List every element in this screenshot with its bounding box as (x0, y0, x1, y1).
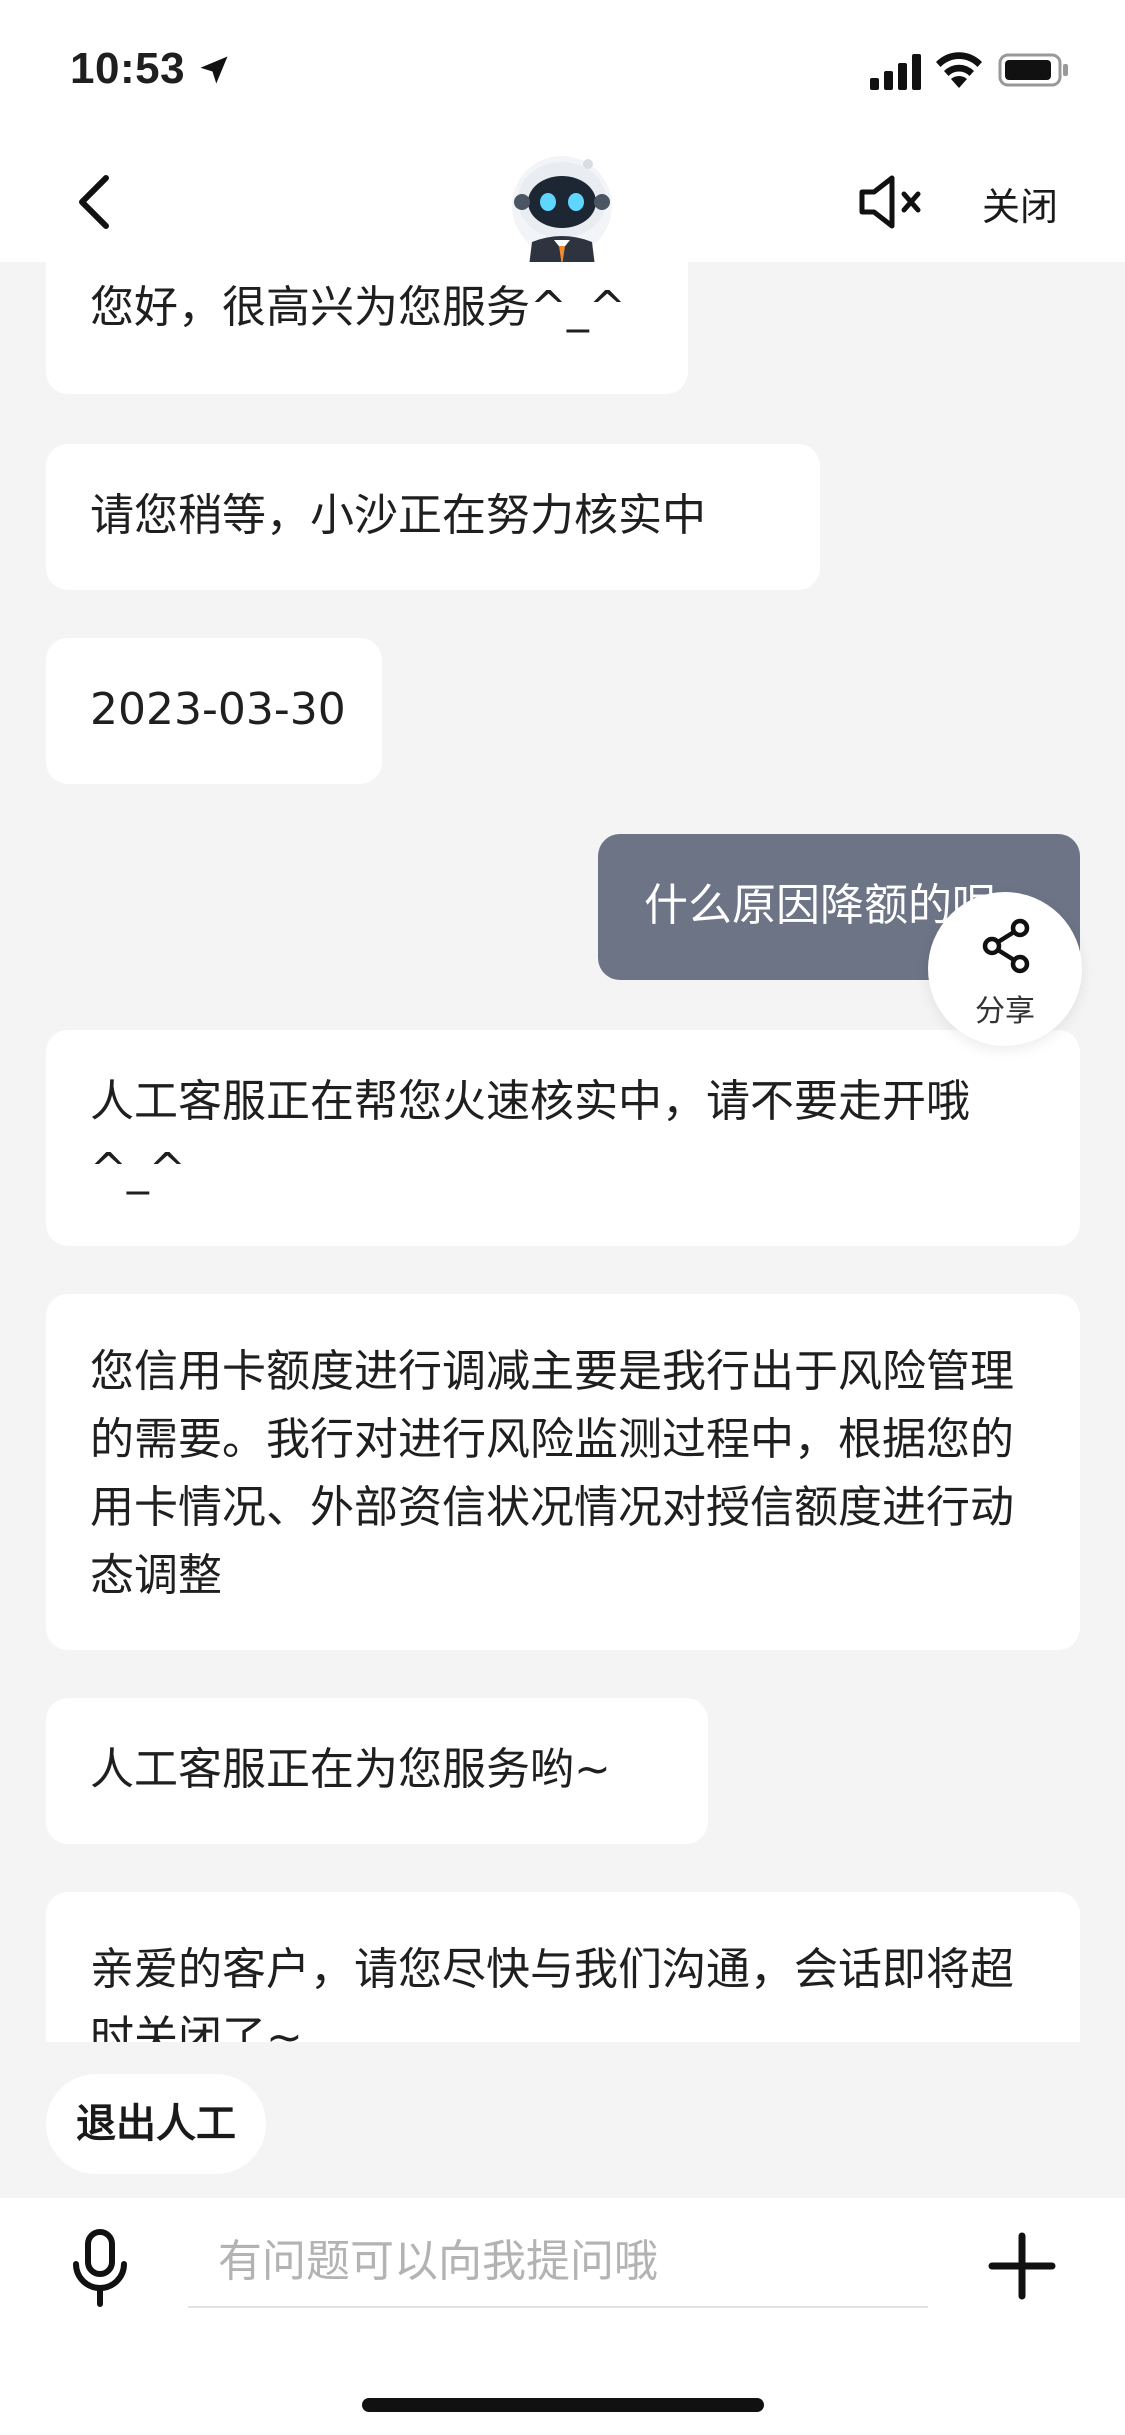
nav-bar: 关闭 (0, 140, 1125, 274)
location-arrow-icon (200, 56, 228, 84)
robot-avatar (512, 156, 612, 274)
speaker-muted-icon[interactable] (856, 170, 928, 234)
agent-message: 您信用卡额度进行调减主要是我行出于风险管理的需要。我行对进行风险监测过程中，根据… (46, 1294, 1080, 1650)
message-text: 2023-03-30 (90, 684, 346, 735)
agent-message: 亲爱的客户，请您尽快与我们沟通，会话即将超时关闭了~ (46, 1892, 1080, 2042)
exit-human-agent-button[interactable]: 退出人工 (46, 2074, 266, 2174)
message-text: 人工客服正在帮您火速核实中，请不要走开哦^_^ (90, 1076, 970, 1195)
chat-message-list[interactable]: 您好，很高兴为您服务^_^ 请您稍等，小沙正在努力核实中 2023-03-30 … (0, 262, 1125, 2042)
agent-message: 人工客服正在帮您火速核实中，请不要走开哦^_^ (46, 1030, 1080, 1246)
back-chevron-icon[interactable] (68, 170, 124, 234)
battery-icon (998, 53, 1068, 87)
plus-icon[interactable] (988, 2232, 1056, 2300)
wifi-icon (936, 52, 982, 88)
message-text: 您信用卡额度进行调减主要是我行出于风险管理的需要。我行对进行风险监测过程中，根据… (90, 1346, 1014, 1601)
share-icon (982, 918, 1030, 974)
agent-message: 请您稍等，小沙正在努力核实中 (46, 444, 820, 590)
home-indicator (362, 2398, 764, 2412)
share-button[interactable]: 分享 (928, 892, 1082, 1046)
agent-message: 2023-03-30 (46, 638, 382, 784)
close-button[interactable]: 关闭 (982, 176, 1058, 231)
chat-screen: 10:53 关闭 您好，很高兴为您服务^_^ 请您稍等，小沙正在努力核实中 20… (0, 0, 1125, 2435)
message-text: 请您稍等，小沙正在努力核实中 (90, 490, 706, 541)
status-time: 10:53 (70, 44, 186, 93)
microphone-icon[interactable] (70, 2228, 130, 2308)
agent-message: 您好，很高兴为您服务^_^ (46, 262, 688, 394)
agent-message: 人工客服正在为您服务哟~ (46, 1698, 708, 1844)
message-input[interactable] (188, 2216, 928, 2308)
message-text: 您好，很高兴为您服务^_^ (90, 282, 626, 333)
message-text: 亲爱的客户，请您尽快与我们沟通，会话即将超时关闭了~ (90, 1944, 1014, 2042)
cellular-signal-icon (870, 54, 921, 90)
status-bar: 10:53 (0, 0, 1125, 140)
message-text: 人工客服正在为您服务哟~ (90, 1744, 611, 1795)
share-label: 分享 (975, 994, 1035, 1029)
